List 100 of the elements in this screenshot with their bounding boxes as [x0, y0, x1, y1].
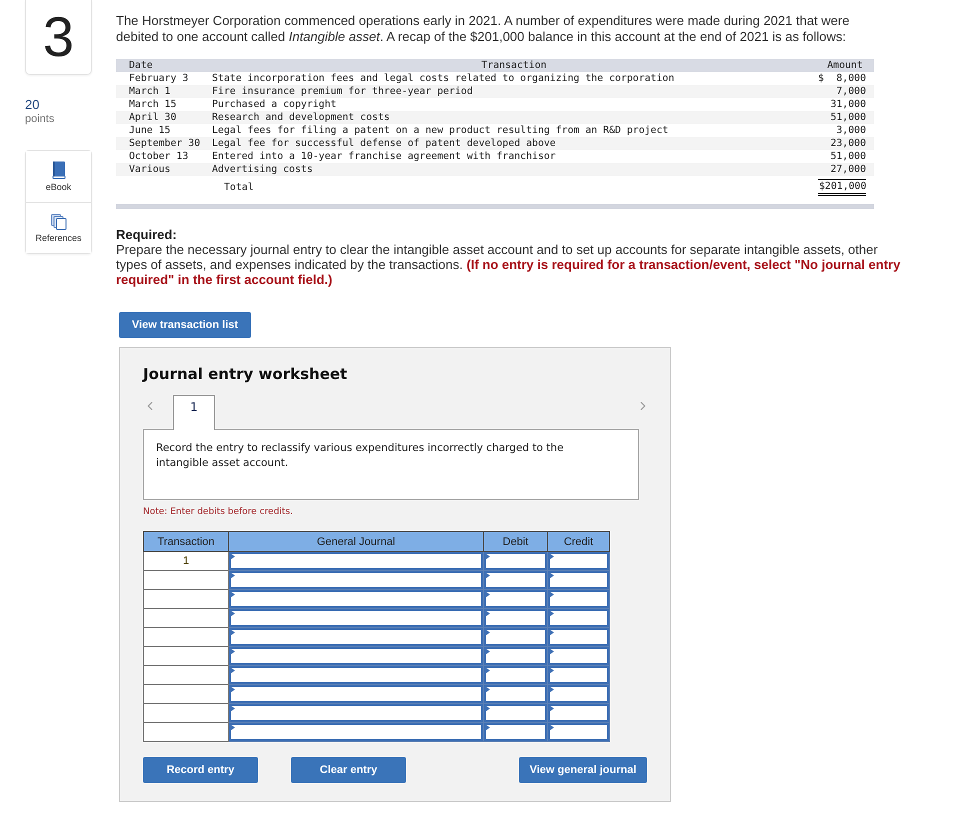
- problem-text: The Horstmeyer Corporation commenced operations early in 2021. A number of expenditures were made during 2021 that were debited to one account called Intangible asset. A recap of the $201,000 balance in this account at the end of 2021 is as follows:: [116, 13, 850, 45]
- input-field[interactable]: [484, 685, 547, 703]
- total-amount: $201,000: [818, 178, 866, 196]
- triangle-marker-icon: [485, 667, 490, 674]
- input-field[interactable]: [548, 647, 609, 665]
- input-field[interactable]: [229, 666, 483, 684]
- date-cell-text: March 1: [128, 86, 172, 97]
- total-label: Total: [223, 182, 255, 192]
- instructions-text: Prepare the necessary journal entry to clear the intangible asset account and to set up accounts for separate intangible assets, other types of assets, and expenses indicated by the transactions. (If no entry is required for a transaction/event, select "No journal entry required" in the first account field.): [116, 242, 901, 287]
- input-field[interactable]: [484, 666, 547, 684]
- triangle-marker-icon: [230, 724, 235, 731]
- input-field[interactable]: [548, 704, 609, 722]
- input-field[interactable]: [548, 723, 609, 741]
- resource-link[interactable]: eBook: [26, 151, 91, 202]
- description-cell-text: Purchased a copyright: [212, 99, 338, 110]
- input-field[interactable]: [548, 628, 609, 646]
- triangle-marker-icon: [230, 610, 235, 617]
- input-field[interactable]: [548, 609, 609, 627]
- amount-cell: 8,000: [836, 73, 866, 84]
- resource-label: References: [35, 232, 82, 242]
- input-field[interactable]: [548, 666, 609, 684]
- triangle-marker-icon: [549, 724, 554, 731]
- action-button[interactable]: Clear entry: [291, 757, 406, 783]
- points-value: 20: [25, 97, 40, 112]
- input-field[interactable]: [229, 552, 483, 570]
- input-field[interactable]: [484, 609, 547, 627]
- description-cell-text: State incorporation fees and legal costs related to organizing the corporation: [212, 73, 676, 84]
- question-number: 3: [25, 0, 92, 75]
- action-button[interactable]: View general journal: [519, 757, 647, 783]
- column-header: Transaction: [480, 60, 548, 71]
- stacked-pages-icon: [50, 214, 66, 230]
- triangle-marker-icon: [230, 629, 235, 636]
- date-cell-text: June 15: [128, 125, 172, 136]
- prompt-text: Record the entry to reclassify various expenditures incorrectly charged to the intangible asset account.: [156, 441, 565, 471]
- points-label: points: [25, 113, 56, 126]
- input-field[interactable]: [548, 590, 609, 608]
- resource-link[interactable]: References: [26, 202, 91, 253]
- triangle-marker-icon: [485, 705, 490, 712]
- triangle-marker-icon: [549, 629, 554, 636]
- description-cell-text: Advertising costs: [212, 164, 314, 175]
- input-field[interactable]: [484, 590, 547, 608]
- input-field[interactable]: [229, 723, 483, 741]
- date-cell-text: October 13: [128, 151, 190, 162]
- triangle-marker-icon: [549, 610, 554, 617]
- triangle-marker-icon: [485, 591, 490, 598]
- triangle-marker-icon: [230, 572, 235, 579]
- action-button[interactable]: Record entry: [143, 757, 258, 783]
- input-field[interactable]: [548, 571, 609, 589]
- amount-cell: 27,000: [830, 164, 866, 175]
- triangle-marker-icon: [485, 724, 490, 731]
- triangle-marker-icon: [549, 667, 554, 674]
- description-cell-text: Entered into a 10-year franchise agreement with franchisor: [212, 151, 557, 162]
- view-transaction-list-button[interactable]: View transaction list: [119, 312, 251, 338]
- required-heading: Required:: [116, 227, 177, 242]
- date-cell-text: March 15: [128, 99, 178, 110]
- description-cell-text: Legal fees for filing a patent on a new product resulting from an R&D project: [212, 125, 670, 136]
- input-field[interactable]: [548, 685, 609, 703]
- triangle-marker-icon: [230, 705, 235, 712]
- triangle-marker-icon: [549, 553, 554, 560]
- input-field[interactable]: [229, 685, 483, 703]
- triangle-marker-icon: [549, 686, 554, 693]
- input-field[interactable]: [484, 552, 547, 570]
- triangle-marker-icon: [230, 648, 235, 655]
- worksheet-title: Journal entry worksheet: [143, 364, 348, 384]
- amount-cell: 7,000: [836, 86, 866, 97]
- input-field[interactable]: [229, 609, 483, 627]
- input-field[interactable]: [229, 628, 483, 646]
- triangle-marker-icon: [230, 686, 235, 693]
- book-icon: [52, 161, 66, 179]
- triangle-marker-icon: [230, 553, 235, 560]
- triangle-marker-icon: [485, 686, 490, 693]
- amount-cell: 31,000: [830, 99, 866, 110]
- resource-label: eBook: [46, 182, 72, 192]
- triangle-marker-icon: [549, 648, 554, 655]
- triangle-marker-icon: [549, 591, 554, 598]
- description-cell-text: Legal fee for successful defense of patent developed above: [212, 138, 557, 149]
- input-field[interactable]: [484, 628, 547, 646]
- column-header: Transaction: [144, 532, 228, 552]
- triangle-marker-icon: [485, 629, 490, 636]
- triangle-marker-icon: [230, 591, 235, 598]
- input-field[interactable]: [484, 723, 547, 741]
- input-field[interactable]: [229, 571, 483, 589]
- entry-tab[interactable]: 1: [173, 395, 215, 430]
- currency-sign: $: [818, 73, 824, 84]
- input-field[interactable]: [484, 704, 547, 722]
- triangle-marker-icon: [485, 610, 490, 617]
- amount-cell: 23,000: [830, 138, 866, 149]
- input-field[interactable]: [484, 647, 547, 665]
- input-field[interactable]: [229, 704, 483, 722]
- input-field[interactable]: [484, 571, 547, 589]
- triangle-marker-icon: [230, 667, 235, 674]
- description-cell-text: Fire insurance premium for three-year period: [212, 86, 474, 97]
- triangle-marker-icon: [549, 572, 554, 579]
- triangle-marker-icon: [485, 648, 490, 655]
- amount-cell: 51,000: [830, 112, 866, 123]
- date-cell-text: April 30: [128, 112, 178, 123]
- triangle-marker-icon: [549, 705, 554, 712]
- input-field[interactable]: [229, 590, 483, 608]
- input-field[interactable]: [229, 647, 483, 665]
- input-field[interactable]: [548, 552, 609, 570]
